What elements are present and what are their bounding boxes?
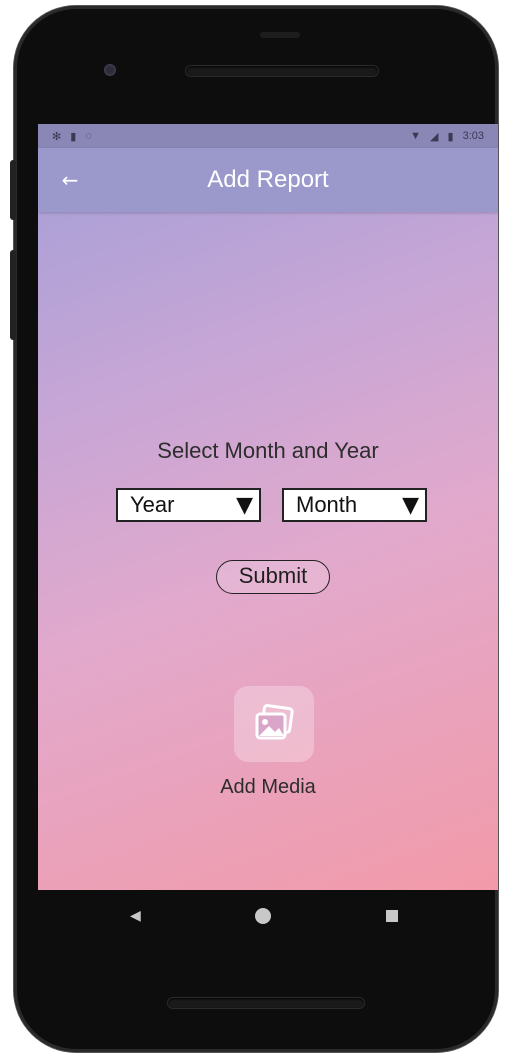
sync-icon: ◌ xyxy=(85,130,92,142)
front-camera xyxy=(104,64,116,76)
add-media-button[interactable] xyxy=(234,686,314,762)
battery-icon: ▮ xyxy=(447,130,454,143)
chevron-down-icon: ▼ xyxy=(402,492,419,518)
settings-icon: ✻ xyxy=(52,130,62,143)
back-triangle-icon[interactable]: ◀ xyxy=(130,910,144,924)
volume-button xyxy=(10,160,16,220)
select-prompt: Select Month and Year xyxy=(157,438,379,463)
year-select[interactable]: Year ▼ xyxy=(116,488,261,522)
page-title: Add Report xyxy=(207,166,329,193)
year-select-value: Year xyxy=(130,492,175,517)
wifi-icon: ▼ xyxy=(410,130,422,142)
status-left-icons: ✻ ▮ ◌ xyxy=(52,130,92,143)
add-media-label: Add Media xyxy=(220,776,316,798)
images-icon xyxy=(255,704,294,740)
chevron-down-icon: ▼ xyxy=(236,492,253,518)
app-bar: ← Add Report xyxy=(38,148,498,212)
recents-square-icon[interactable] xyxy=(386,910,398,922)
signal-icon: ◢ xyxy=(430,130,439,143)
submit-button[interactable]: Submit xyxy=(216,560,330,594)
top-slot xyxy=(260,32,300,38)
status-time: 3:03 xyxy=(462,130,484,142)
status-bar: ✻ ▮ ◌ ▼ ◢ ▮ 3:03 xyxy=(38,124,498,148)
status-right-icons: ▼ ◢ ▮ 3:03 xyxy=(410,130,484,143)
sim-icon: ▮ xyxy=(70,130,77,143)
power-button xyxy=(10,250,16,340)
earpiece-speaker xyxy=(186,66,378,76)
month-select[interactable]: Month ▼ xyxy=(282,488,427,522)
home-circle-icon[interactable] xyxy=(255,908,271,924)
app-screen: ✻ ▮ ◌ ▼ ◢ ▮ 3:03 ← Add Report Select Mon… xyxy=(38,124,498,890)
month-select-value: Month xyxy=(296,492,358,517)
chin-speaker xyxy=(168,998,364,1008)
